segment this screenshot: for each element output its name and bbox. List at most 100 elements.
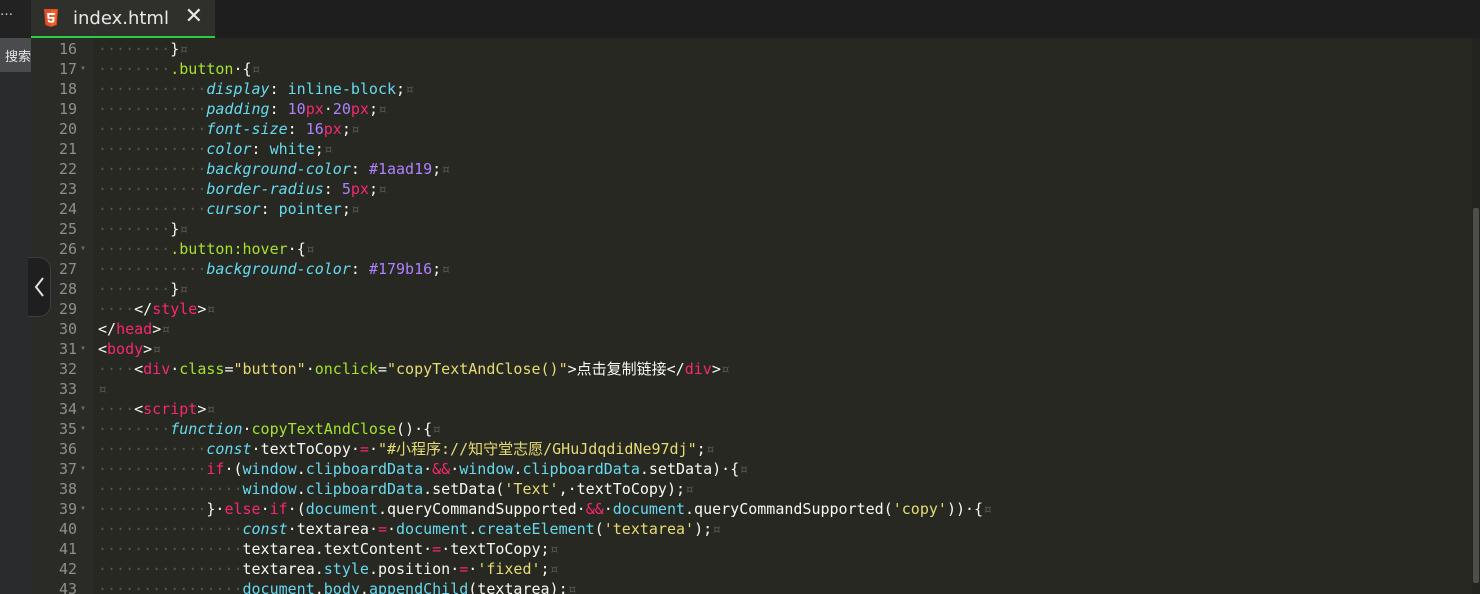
code-token: style: [152, 300, 198, 318]
vertical-scrollbar[interactable]: [1472, 38, 1480, 594]
code-token: style: [323, 560, 369, 578]
code-token: .button:hover: [170, 240, 288, 258]
code-line[interactable]: 22 ············background-color: #1aad19;…: [31, 159, 1471, 179]
code-line[interactable]: 33 ¤: [31, 379, 1471, 399]
code-line[interactable]: 40 ················const·textarea·=·docum…: [31, 519, 1471, 539]
code-line[interactable]: 27 ············background-color: #179b16;…: [31, 259, 1471, 279]
code-token: >: [152, 320, 162, 338]
code-line[interactable]: 31 ▾ <body>¤: [31, 339, 1471, 359]
code-token: body: [107, 340, 144, 358]
code-token: textToCopy: [260, 440, 351, 458]
code-token: ;: [432, 160, 442, 178]
fold-arrow-icon[interactable]: ▾: [80, 399, 86, 419]
code-token: ·: [287, 520, 297, 538]
code-token: textarea: [296, 520, 369, 538]
code-text: ············}·else·if·(document.queryCom…: [98, 500, 993, 518]
code-token: ·: [387, 520, 397, 538]
code-token: ·: [576, 500, 586, 518]
code-line[interactable]: 17 ▾ ········.button·{¤: [31, 59, 1471, 79]
fold-arrow-icon[interactable]: ▾: [80, 499, 86, 519]
code-line[interactable]: 26 ▾ ········.button:hover·{¤: [31, 239, 1471, 259]
code-line[interactable]: 43 ················document.body.appendCh…: [31, 579, 1471, 594]
code-line[interactable]: 25 ········}¤: [31, 219, 1471, 239]
fold-arrow-icon[interactable]: ▾: [80, 59, 86, 79]
more-menu-icon[interactable]: …: [0, 4, 31, 19]
code-token: ·: [350, 440, 360, 458]
scrollbar-thumb[interactable]: [1473, 208, 1479, 583]
fold-arrow-icon[interactable]: ▾: [80, 339, 86, 359]
code-token: >点击复制链接</: [567, 360, 685, 378]
line-number: 21: [58, 140, 77, 158]
code-token: ·: [251, 440, 261, 458]
code-token: const: [206, 440, 252, 458]
code-line[interactable]: 32 ····<div·class="button"·onclick="copyT…: [31, 359, 1471, 379]
fold-arrow-icon[interactable]: ▾: [80, 459, 86, 479]
code-line[interactable]: 35 ▾ ········function·copyTextAndClose()·{…: [31, 419, 1471, 439]
code-token: .queryCommandSupported: [377, 500, 577, 518]
code-token: :: [269, 80, 288, 98]
code-text: ····<script>¤: [98, 400, 216, 418]
code-text: ············background-color: #1aad19;¤: [98, 160, 451, 178]
code-line[interactable]: 41 ················textarea.textContent·=…: [31, 539, 1471, 559]
line-number: 30: [58, 320, 77, 338]
code-editor[interactable]: 16 ········}¤ 17 ▾ ········.button·{¤ 18 ·····…: [31, 38, 1480, 594]
code-token: #1aad19: [368, 160, 433, 178]
code-token: }: [170, 40, 180, 58]
code-token: 'fixed': [477, 560, 541, 578]
code-token: (textarea);: [468, 580, 568, 594]
code-token: ·: [450, 460, 460, 478]
collapse-panel-button[interactable]: [28, 257, 51, 317]
code-line[interactable]: 30 </head>¤: [31, 319, 1471, 339]
code-token: (: [594, 520, 604, 538]
code-line[interactable]: 36 ············const·textToCopy·=·"#小程序:/…: [31, 439, 1471, 459]
code-token: padding: [206, 100, 270, 118]
code-token: document: [396, 520, 469, 538]
code-line[interactable]: 37 ▾ ············if·(window.clipboardData·…: [31, 459, 1471, 479]
code-text: ········.button·{¤: [98, 60, 261, 78]
code-token: window: [242, 460, 297, 478]
code-line[interactable]: 38 ················window.clipboardData.s…: [31, 479, 1471, 499]
code-line[interactable]: 19 ············padding: 10px·20px;¤: [31, 99, 1471, 119]
tab-bar: index.html ✕: [31, 0, 1480, 38]
code-token: background-color: [206, 260, 351, 278]
code-token: ·: [368, 440, 378, 458]
code-token: ;: [696, 440, 706, 458]
code-line[interactable]: 20 ············font-size: 16px;¤: [31, 119, 1471, 139]
code-token: {: [242, 60, 252, 78]
fold-arrow-icon[interactable]: ▾: [80, 239, 86, 259]
code-token: ;: [341, 120, 351, 138]
code-line[interactable]: 39 ▾ ············}·else·if·(document.query…: [31, 499, 1471, 519]
close-icon[interactable]: ✕: [185, 4, 203, 30]
code-text: ················document.body.appendChil…: [98, 579, 577, 594]
code-line[interactable]: 24 ············cursor: pointer;¤: [31, 199, 1471, 219]
code-token: :: [251, 140, 270, 158]
code-text: ············border-radius: 5px;¤: [98, 180, 387, 198]
code-line[interactable]: 28 ········}¤: [31, 279, 1471, 299]
left-panel-header: …: [0, 0, 31, 38]
code-line[interactable]: 21 ············color: white;¤: [31, 139, 1471, 159]
code-text: ············background-color: #179b16;¤: [98, 260, 451, 278]
code-token: 20: [332, 100, 351, 118]
code-token: ·: [287, 240, 297, 258]
code-line[interactable]: 42 ················textarea.style.positio…: [31, 559, 1471, 579]
code-line[interactable]: 29 ····</style>¤: [31, 299, 1471, 319]
code-token: ·: [260, 500, 270, 518]
line-number: 31: [58, 340, 77, 358]
code-line[interactable]: 23 ············border-radius: 5px;¤: [31, 179, 1471, 199]
code-line[interactable]: 16 ········}¤: [31, 39, 1471, 59]
code-line[interactable]: 34 ▾ ····<script>¤: [31, 399, 1471, 419]
code-area[interactable]: 16 ········}¤ 17 ▾ ········.button·{¤ 18 ·····…: [31, 39, 1471, 594]
tab-index-html[interactable]: index.html ✕: [31, 0, 215, 38]
code-token: ·: [423, 540, 433, 558]
code-token: ·: [450, 560, 460, 578]
code-token: {: [423, 420, 433, 438]
code-token: border-radius: [206, 180, 324, 198]
code-line[interactable]: 18 ············display: inline-block;¤: [31, 79, 1471, 99]
code-token: &&: [432, 460, 451, 478]
fold-arrow-icon[interactable]: ▾: [80, 419, 86, 439]
code-token: .: [296, 480, 306, 498]
left-panel: … 搜索: [0, 0, 31, 594]
code-token: const: [242, 520, 288, 538]
search-button[interactable]: 搜索: [0, 38, 31, 72]
code-token: ·: [468, 560, 478, 578]
